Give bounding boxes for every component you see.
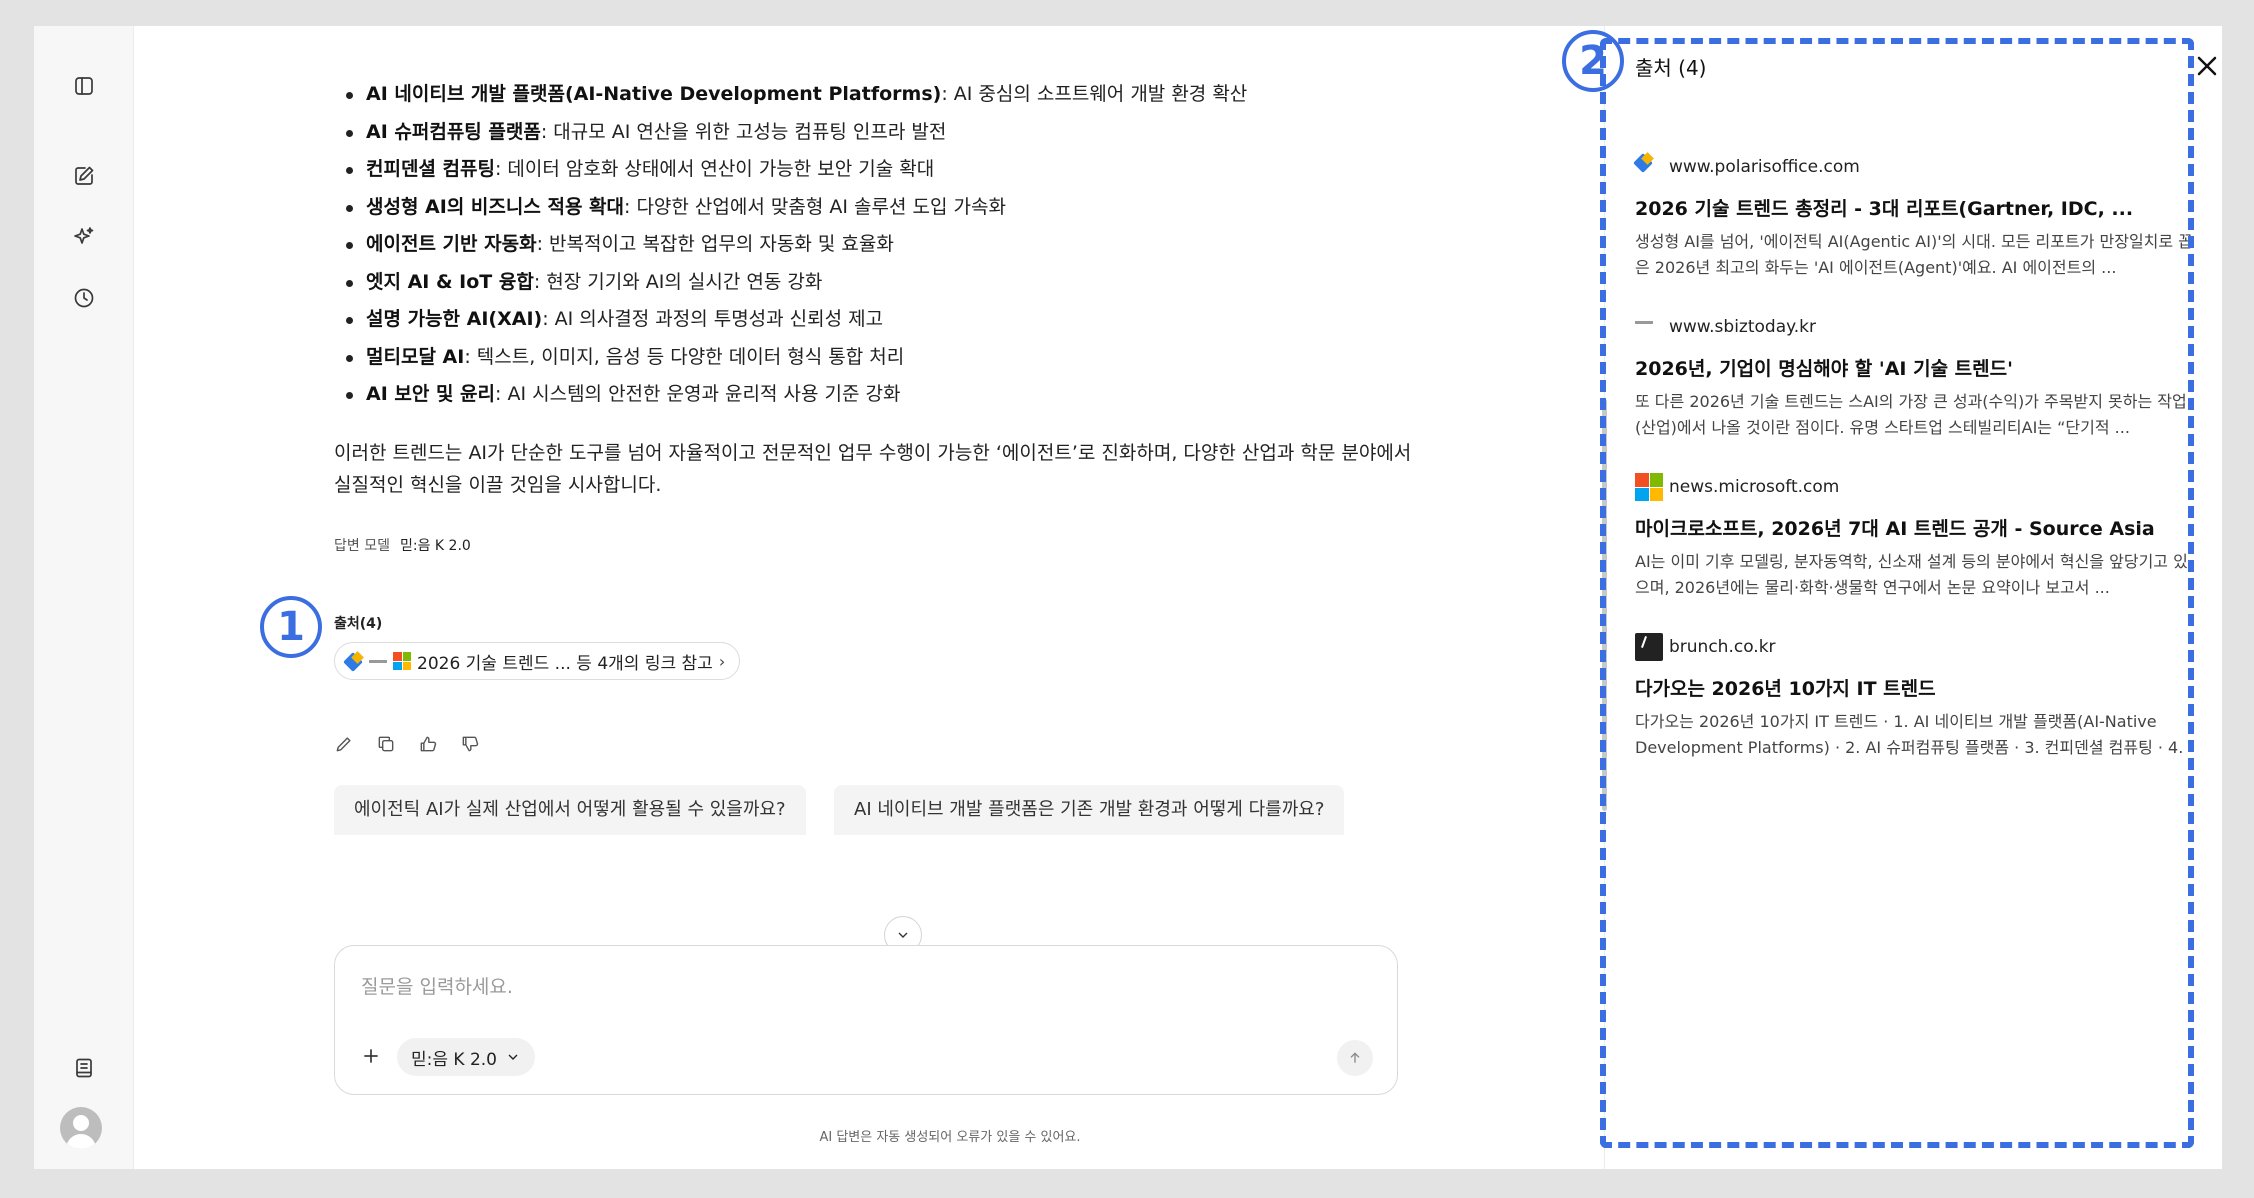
pencil-icon: [336, 737, 351, 752]
chat-input-box[interactable]: 질문을 입력하세요. 믿:음 K 2.0: [334, 945, 1398, 1095]
source-title[interactable]: 마이크로소프트, 2026년 7대 AI 트렌드 공개 - Source Asi…: [1635, 514, 2195, 541]
answer-model-label: 답변 모델: [334, 538, 390, 554]
list-item: 생성형 AI의 비즈니스 적용 확대: 다양한 산업에서 맞춤형 AI 솔루션 …: [346, 189, 1247, 227]
sources-panel-title: 출처 (4): [1635, 56, 1707, 80]
model-selector[interactable]: 믿:음 K 2.0: [397, 1038, 535, 1076]
source-title[interactable]: 2026 기술 트렌드 총정리 - 3대 리포트(Gartner, IDC, .…: [1635, 194, 2195, 221]
chevron-down-icon: [898, 932, 908, 938]
app-window: AI 네이티브 개발 플랫폼(AI-Native Development Pla…: [34, 26, 2222, 1169]
trend-list: AI 네이티브 개발 플랫폼(AI-Native Development Pla…: [346, 76, 1247, 414]
source-host: brunch.co.kr: [1669, 637, 1776, 657]
close-icon: [2197, 56, 2217, 76]
thumbs-down-button[interactable]: [460, 734, 482, 756]
chat-input-placeholder[interactable]: 질문을 입력하세요.: [361, 972, 513, 999]
new-chat-button[interactable]: [66, 158, 102, 194]
sparkle-icon: [74, 227, 94, 244]
chat-content: AI 네이티브 개발 플랫폼(AI-Native Development Pla…: [134, 26, 1604, 1169]
source-host: www.polarisoffice.com: [1669, 157, 1860, 177]
answer-model-value: 믿:음 K 2.0: [399, 538, 471, 554]
close-button[interactable]: [2195, 54, 2219, 78]
list-item: 에이전트 기반 자동화: 반복적이고 복잡한 업무의 자동화 및 효율화: [346, 226, 1247, 264]
list-item: 설명 가능한 AI(XAI): AI 의사결정 과정의 투명성과 신뢰성 제고: [346, 301, 1247, 339]
microsoft-favicon-icon: [393, 652, 411, 670]
send-button[interactable]: [1337, 1040, 1373, 1076]
source-description: AI는 이미 기후 모델링, 분자동역학, 신소재 설계 등의 분야에서 혁신을…: [1635, 552, 2188, 597]
avatar[interactable]: [60, 1107, 102, 1149]
annotation-badge-2: 2: [1562, 30, 1624, 92]
list-item: AI 보안 및 윤리: AI 시스템의 안전한 운영과 윤리적 사용 기준 강화: [346, 376, 1247, 414]
copy-button[interactable]: [376, 734, 398, 756]
list-item: 멀티모달 AI: 텍스트, 이미지, 음성 등 다양한 데이터 형식 통합 처리: [346, 339, 1247, 377]
avatar-head: [73, 1115, 89, 1131]
list-item: 엣지 AI & IoT 융합: 현장 기기와 AI의 실시간 연동 강화: [346, 264, 1247, 302]
annotation-badge-1: 1: [260, 596, 322, 658]
source-description: 생성형 AI를 넘어, '에이전틱 AI(Agentic AI)'의 시대. 모…: [1635, 232, 2193, 277]
list-item: AI 슈퍼컴퓨팅 플랫폼: 대규모 AI 연산을 위한 고성능 컴퓨팅 인프라 …: [346, 114, 1247, 152]
polaris-favicon-icon: [1635, 153, 1663, 181]
model-selector-label: 믿:음 K 2.0: [411, 1049, 497, 1070]
brunch-favicon-icon: [1635, 633, 1663, 661]
attach-button[interactable]: [357, 1042, 385, 1070]
plus-icon: [364, 1049, 378, 1063]
answer-summary: 이러한 트렌드는 AI가 단순한 도구를 넘어 자율적이고 전문적인 업무 수행…: [334, 442, 1412, 496]
source-title[interactable]: 다가오는 2026년 10가지 IT 트렌드: [1635, 674, 2195, 701]
sources-chip[interactable]: 2026 기술 트렌드 ... 등 4개의 링크 참고 ›: [334, 642, 741, 680]
arrow-up-icon: [1350, 1052, 1360, 1063]
answer-actions: [334, 734, 482, 756]
source-item[interactable]: www.polarisoffice.com 2026 기술 트렌드 총정리 - …: [1635, 152, 2195, 281]
history-button[interactable]: [66, 280, 102, 316]
source-description: 다가오는 2026년 10가지 IT 트렌드 · 1. AI 네이티브 개발 플…: [1635, 712, 2184, 757]
microsoft-favicon-icon: [1635, 473, 1663, 501]
edit-answer-button[interactable]: [334, 734, 356, 756]
edit-icon: [75, 166, 94, 185]
chevron-right-icon: ›: [718, 651, 726, 671]
sbiz-favicon-icon: [1635, 313, 1663, 341]
sidebar-panel-icon: [75, 77, 93, 95]
list-item: 컨피덴셜 컴퓨팅: 데이터 암호화 상태에서 연산이 가능한 보안 기술 확대: [346, 151, 1247, 189]
sbiz-favicon-icon: [369, 652, 387, 670]
answer-model-info: 답변 모델 믿:음 K 2.0: [334, 535, 471, 555]
clock-icon: [74, 288, 94, 308]
source-item[interactable]: www.sbiztoday.kr 2026년, 기업이 명심해야 할 'AI 기…: [1635, 312, 2195, 441]
avatar-body: [66, 1134, 96, 1149]
sources-label: 출처(4): [334, 616, 383, 632]
sidebar: [34, 26, 134, 1169]
copy-icon: [378, 736, 394, 752]
sources-panel: 출처 (4) www.polarisoffice.com 2026 기술 트렌드…: [1605, 26, 2222, 1169]
list-item: AI 네이티브 개발 플랫폼(AI-Native Development Pla…: [346, 76, 1247, 114]
suggestion-chip[interactable]: AI 네이티브 개발 플랫폼은 기존 개발 환경과 어떻게 다를까요?: [834, 785, 1345, 835]
thumbs-up-icon: [420, 736, 437, 752]
source-host: news.microsoft.com: [1669, 477, 1840, 497]
suggestion-chip[interactable]: 에이전틱 AI가 실제 산업에서 어떻게 활용될 수 있을까요?: [334, 785, 806, 835]
source-item[interactable]: brunch.co.kr 다가오는 2026년 10가지 IT 트렌드 다가오는…: [1635, 632, 2195, 761]
disclaimer: AI 답변은 자동 생성되어 오류가 있을 수 있어요.: [819, 1130, 1081, 1145]
ai-features-button[interactable]: [66, 219, 102, 255]
book-icon: [76, 1058, 92, 1078]
sidebar-toggle-button[interactable]: [66, 68, 102, 104]
chevron-down-icon: [508, 1054, 518, 1060]
sources-chip-label: 2026 기술 트렌드 ... 등 4개의 링크 참고: [417, 653, 713, 674]
source-title[interactable]: 2026년, 기업이 명심해야 할 'AI 기술 트렌드': [1635, 354, 2195, 381]
source-item[interactable]: news.microsoft.com 마이크로소프트, 2026년 7대 AI …: [1635, 472, 2195, 601]
thumbs-down-icon: [462, 736, 479, 752]
polaris-favicon-icon: [345, 652, 363, 670]
source-description: 또 다른 2026년 기술 트렌드는 스AI의 가장 큰 성과(수익)가 주목받…: [1635, 392, 2187, 437]
thumbs-up-button[interactable]: [418, 734, 440, 756]
library-button[interactable]: [66, 1050, 102, 1086]
source-host: www.sbiztoday.kr: [1669, 317, 1816, 337]
